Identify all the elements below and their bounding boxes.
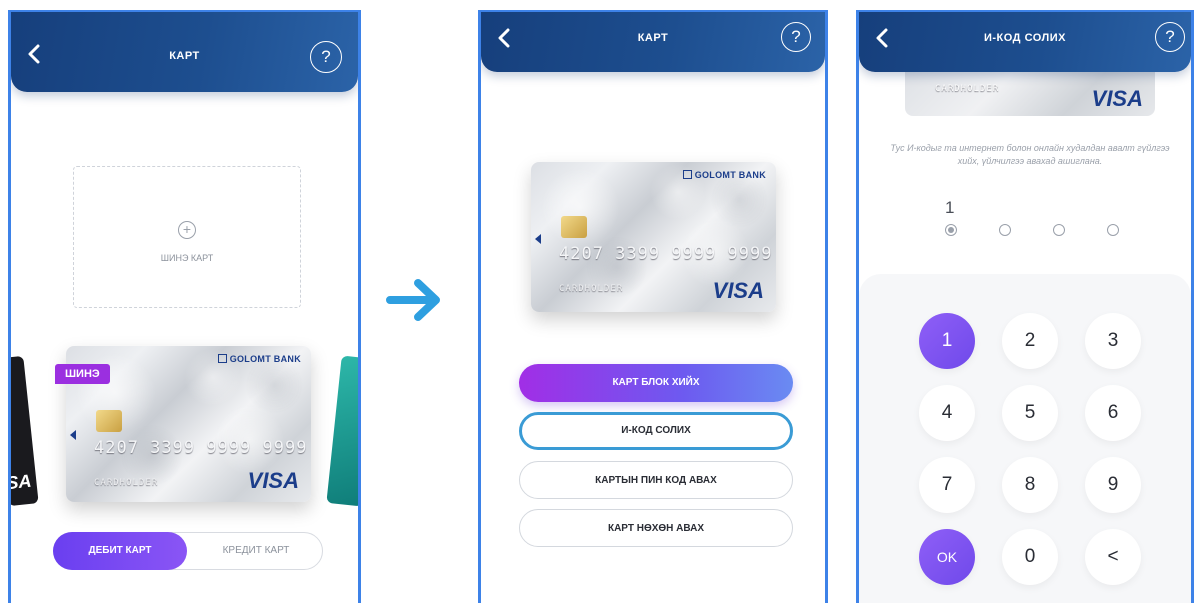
key-2[interactable]: 2 [1002, 313, 1058, 369]
pin-dot [1053, 224, 1065, 236]
key-8[interactable]: 8 [1002, 457, 1058, 513]
next-card[interactable] [326, 355, 358, 507]
phone-screen-card-actions: КАРТ ? GOLOMT BANK 4207 3399 9999 9999 C… [478, 10, 828, 603]
add-new-card-button[interactable]: + ШИНЭ КАРТ [73, 166, 301, 308]
card-arrow-icon [535, 234, 541, 244]
card-type-toggle: ДЕБИТ КАРТ КРЕДИТ КАРТ [53, 532, 323, 570]
screen-flow: КАРТ ? + ШИНЭ КАРТ SA ШИНЭ GOLOMT BANK 4… [0, 0, 1194, 603]
header: КАРТ ? [481, 12, 825, 72]
help-icon[interactable]: ? [1155, 22, 1185, 52]
card-arrow-icon [70, 430, 76, 440]
visa-logo: VISA [247, 468, 299, 493]
pin-dot [1107, 224, 1119, 236]
key-1[interactable]: 1 [919, 313, 975, 369]
help-icon[interactable]: ? [310, 41, 342, 73]
backspace-key[interactable]: < [1085, 529, 1141, 585]
card-number: 4207 3399 9999 9999 [559, 244, 773, 264]
bank-logo: GOLOMT BANK [217, 354, 301, 364]
page-title: И-КОД СОЛИХ [983, 32, 1066, 44]
cardholder-name: CARDHOLDER [559, 284, 624, 294]
phone-screen-change-ecode: CARDHOLDER VISA И-КОД СОЛИХ ? Тус И-коды… [856, 10, 1194, 603]
card-chip [96, 410, 122, 432]
tab-credit-card[interactable]: КРЕДИТ КАРТ [188, 532, 324, 570]
tab-debit-card[interactable]: ДЕБИТ КАРТ [53, 532, 187, 570]
visa-logo: VISA [1091, 86, 1143, 111]
side-card-brand: SA [8, 470, 33, 494]
change-ecode-button[interactable]: И-КОД СОЛИХ [519, 412, 793, 450]
pin-dot [945, 224, 957, 236]
get-pin-code-button[interactable]: КАРТЫН ПИН КОД АВАХ [519, 461, 793, 499]
key-4[interactable]: 4 [919, 385, 975, 441]
replace-card-button[interactable]: КАРТ НӨХӨН АВАХ [519, 509, 793, 547]
entered-pin-digit: 1 [945, 198, 955, 217]
card-chip [561, 216, 587, 238]
visa-logo: VISA [712, 278, 764, 303]
cardholder-name: CARDHOLDER [94, 478, 159, 488]
page-title: КАРТ [169, 50, 200, 62]
key-3[interactable]: 3 [1085, 313, 1141, 369]
new-badge: ШИНЭ [55, 364, 110, 384]
header: КАРТ ? [11, 12, 358, 92]
plus-icon: + [178, 221, 196, 239]
key-0[interactable]: 0 [1002, 529, 1058, 585]
bank-logo: GOLOMT BANK [682, 170, 766, 180]
key-5[interactable]: 5 [1002, 385, 1058, 441]
ecode-info-text: Тус И-кодыг та интернет болон онлайн худ… [890, 143, 1170, 166]
pin-dot [999, 224, 1011, 236]
header: И-КОД СОЛИХ ? [859, 12, 1191, 72]
key-9[interactable]: 9 [1085, 457, 1141, 513]
numeric-keypad: 1 2 3 4 5 6 7 8 9 OK 0 < [859, 274, 1191, 603]
cardholder-name: CARDHOLDER [935, 84, 1000, 94]
block-card-button[interactable]: КАРТ БЛОК ХИЙХ [519, 364, 793, 402]
help-icon[interactable]: ? [781, 22, 811, 52]
previous-card[interactable]: SA [8, 355, 39, 507]
ok-button[interactable]: OK [919, 529, 975, 585]
add-new-card-label: ШИНЭ КАРТ [160, 253, 214, 263]
page-title: КАРТ [637, 32, 669, 44]
bank-card: GOLOMT BANK 4207 3399 9999 9999 CARDHOLD… [531, 162, 776, 312]
flow-arrow-icon [386, 279, 440, 321]
card-number: 4207 3399 9999 9999 [94, 438, 308, 458]
key-7[interactable]: 7 [919, 457, 975, 513]
key-6[interactable]: 6 [1085, 385, 1141, 441]
phone-screen-cards: КАРТ ? + ШИНЭ КАРТ SA ШИНЭ GOLOMT BANK 4… [8, 10, 361, 603]
